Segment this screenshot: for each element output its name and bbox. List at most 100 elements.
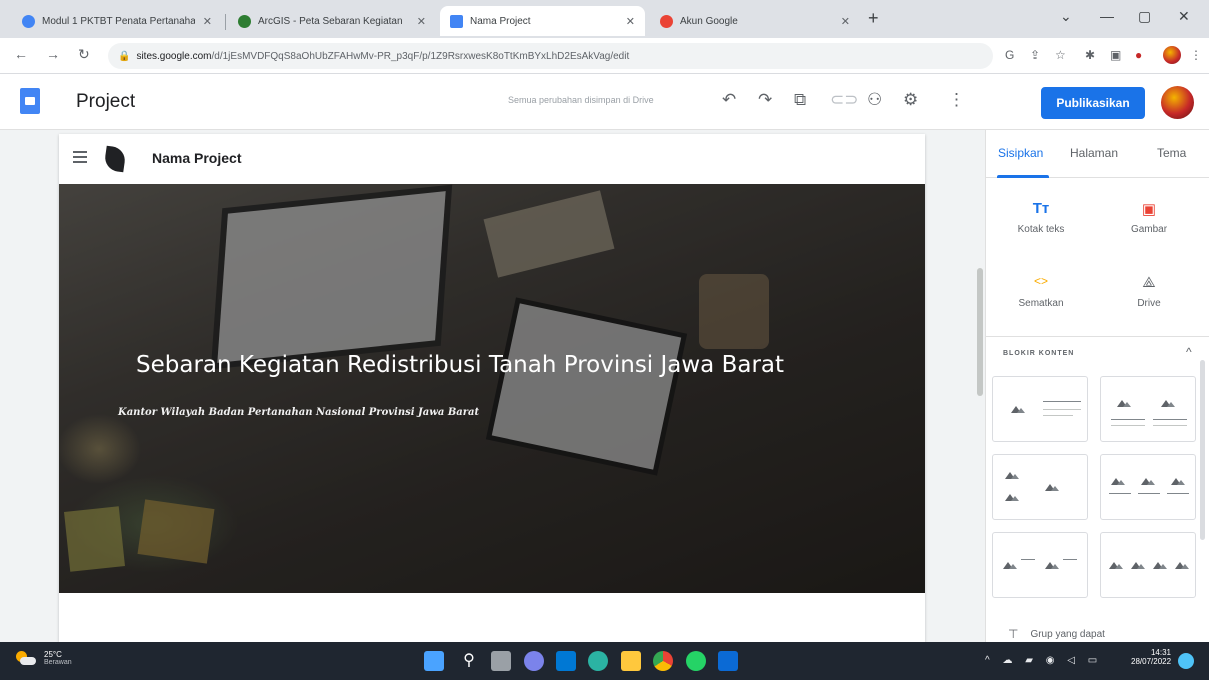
- text-line: [1167, 493, 1189, 494]
- layout-card[interactable]: [1100, 454, 1196, 520]
- document-title[interactable]: Project: [76, 91, 135, 113]
- tab-tema[interactable]: Tema: [1157, 146, 1186, 160]
- canvas-scrollbar[interactable]: [977, 268, 983, 396]
- close-window-icon[interactable]: ✕: [1178, 8, 1190, 25]
- browser-menu-icon[interactable]: ⋮: [1190, 48, 1202, 62]
- site-name[interactable]: Nama Project: [152, 150, 241, 166]
- browser-tab[interactable]: Akun Google ✕: [650, 6, 860, 36]
- address-bar[interactable]: 🔒 sites.google.com /d/1jEsMVDFQqS8aOhUbZ…: [108, 43, 993, 69]
- image-placeholder-icon: [1131, 559, 1145, 569]
- insert-drive[interactable]: ⟁ Drive: [1104, 274, 1194, 309]
- hero-overlay: [59, 184, 925, 593]
- settings-icon[interactable]: ⚙: [903, 90, 918, 110]
- clock[interactable]: 14:31 28/07/2022: [1131, 648, 1171, 666]
- active-tab-indicator: [997, 175, 1049, 178]
- hamburger-menu-icon[interactable]: [73, 151, 87, 163]
- image-placeholder-icon: [1153, 559, 1167, 569]
- insert-item-label: Kotak teks: [1017, 224, 1065, 235]
- tab-favicon-icon: [660, 14, 673, 28]
- hero-subtitle[interactable]: Kantor Wilayah Badan Pertanahan Nasional…: [118, 407, 479, 418]
- layout-card[interactable]: [1100, 532, 1196, 598]
- image-placeholder-icon: [1171, 475, 1185, 485]
- store-icon[interactable]: [718, 651, 738, 671]
- edge-icon[interactable]: [588, 651, 608, 671]
- notification-icon[interactable]: [1178, 653, 1194, 669]
- tab-favicon-icon: [22, 14, 35, 28]
- back-icon[interactable]: ←: [14, 46, 28, 62]
- tab-sisipkan[interactable]: Sisipkan: [998, 146, 1043, 160]
- side-panel-icon[interactable]: ▣: [1110, 48, 1121, 62]
- panel-divider: [986, 336, 1209, 337]
- hero-title[interactable]: Sebaran Kegiatan Redistribusi Tanah Prov…: [136, 352, 784, 378]
- bookmark-star-icon[interactable]: ☆: [1055, 48, 1066, 62]
- hero-banner[interactable]: Sebaran Kegiatan Redistribusi Tanah Prov…: [59, 184, 925, 593]
- share-icon[interactable]: ⚇: [867, 90, 882, 110]
- system-tray[interactable]: ^ ☁ ▰ ◉ ◁ ▭: [985, 655, 1102, 666]
- weather-widget[interactable]: 25°C Berawan: [14, 650, 72, 666]
- extension-icon[interactable]: ●: [1135, 48, 1142, 62]
- url-path: /d/1jEsMVDFQqS8aOhUbZFAHwMv-PR_p3qF/p/1Z…: [211, 50, 630, 62]
- undo-icon[interactable]: ↶: [722, 90, 736, 110]
- whatsapp-icon[interactable]: [686, 651, 706, 671]
- browser-tab[interactable]: Modul 1 PKTBT Penata Pertanahan ✕: [12, 6, 222, 36]
- panel-scrollbar[interactable]: [1200, 360, 1205, 540]
- minimize-icon[interactable]: —: [1100, 8, 1114, 24]
- lock-icon: 🔒: [118, 50, 131, 62]
- image-placeholder-icon: [1045, 559, 1059, 569]
- chrome-icon[interactable]: [653, 651, 673, 671]
- tab-close-icon[interactable]: ✕: [203, 15, 212, 28]
- image-placeholder-icon: [1175, 559, 1189, 569]
- redo-icon[interactable]: ↷: [758, 90, 772, 110]
- more-options-icon[interactable]: ⋮: [948, 90, 965, 110]
- forward-icon[interactable]: →: [46, 46, 60, 62]
- search-icon[interactable]: ⚲: [459, 651, 479, 671]
- text-line: [1021, 559, 1035, 560]
- layout-card[interactable]: [992, 532, 1088, 598]
- layout-card[interactable]: [1100, 376, 1196, 442]
- task-view-icon[interactable]: [491, 651, 511, 671]
- collapse-chevron-icon[interactable]: ^: [1186, 345, 1192, 359]
- text-line: [1043, 401, 1081, 402]
- tab-title: Modul 1 PKTBT Penata Pertanahan: [42, 15, 195, 27]
- text-line: [1109, 493, 1131, 494]
- extensions-icon[interactable]: ✱: [1085, 48, 1095, 62]
- image-placeholder-icon: [1111, 475, 1125, 485]
- browser-profile-avatar[interactable]: [1163, 46, 1181, 64]
- insert-embed[interactable]: <> Sematkan: [996, 274, 1086, 309]
- group-icon: ⊤: [1008, 627, 1019, 641]
- tab-search-icon[interactable]: ⌄: [1060, 8, 1072, 25]
- link-icon[interactable]: ⊂⊃: [830, 90, 859, 110]
- google-sites-logo-icon[interactable]: [20, 88, 40, 114]
- new-tab-button[interactable]: +: [868, 8, 879, 29]
- widgets-icon[interactable]: [556, 651, 576, 671]
- preview-icon[interactable]: ⧉: [794, 90, 806, 110]
- site-header: Nama Project: [59, 134, 925, 184]
- google-lens-icon[interactable]: G: [1005, 48, 1014, 62]
- maximize-icon[interactable]: ▢: [1138, 8, 1151, 25]
- tab-close-icon[interactable]: ✕: [841, 15, 850, 28]
- sites-app-bar: Project Semua perubahan disimpan di Driv…: [0, 74, 1209, 130]
- tab-halaman[interactable]: Halaman: [1070, 146, 1118, 160]
- tab-close-icon[interactable]: ✕: [417, 15, 426, 28]
- insert-text-box[interactable]: Tт Kotak teks: [996, 200, 1086, 235]
- publish-button[interactable]: Publikasikan: [1041, 87, 1145, 119]
- clock-time: 14:31: [1150, 648, 1171, 657]
- save-status-text: Semua perubahan disimpan di Drive: [508, 95, 654, 105]
- group-item[interactable]: ⊤ Grup yang dapat: [1008, 627, 1105, 641]
- insert-image[interactable]: ▣ Gambar: [1104, 200, 1194, 235]
- browser-tab[interactable]: ArcGIS - Peta Sebaran Kegiatan ✕: [228, 6, 436, 36]
- reload-icon[interactable]: ↻: [78, 46, 90, 63]
- tab-close-icon[interactable]: ✕: [626, 15, 635, 28]
- layout-card[interactable]: [992, 454, 1088, 520]
- image-placeholder-icon: [1003, 559, 1017, 569]
- chat-icon[interactable]: [524, 651, 544, 671]
- temperature: 25°C: [44, 650, 62, 659]
- share-page-icon[interactable]: ⇪: [1030, 48, 1040, 62]
- windows-start-icon[interactable]: [424, 651, 444, 671]
- file-explorer-icon[interactable]: [621, 651, 641, 671]
- layout-card[interactable]: [992, 376, 1088, 442]
- browser-tab-active[interactable]: Nama Project ✕: [440, 6, 645, 36]
- text-line: [1153, 425, 1187, 426]
- user-avatar[interactable]: [1161, 86, 1194, 119]
- site-logo-leaf-icon[interactable]: [103, 145, 127, 173]
